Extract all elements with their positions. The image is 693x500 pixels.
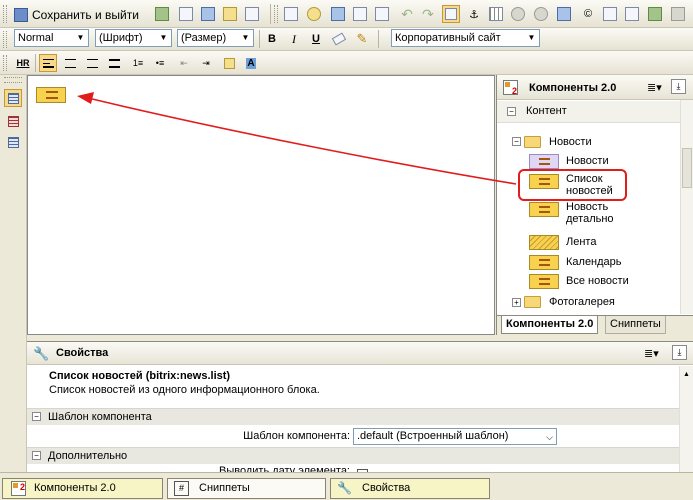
- collapse-icon[interactable]: −: [32, 451, 41, 460]
- taskbar-tab-components[interactable]: Компоненты 2.0: [2, 478, 163, 499]
- component-description: Список новостей из одного информационног…: [49, 384, 320, 396]
- collapse-icon[interactable]: −: [32, 412, 41, 421]
- snippet-hash-icon: #: [174, 481, 189, 496]
- panel-menu-icon[interactable]: ≣▾: [644, 347, 659, 360]
- properties-panel-header: 🔧 Свойства ≣▾ ⤓: [27, 342, 693, 365]
- taskbar-tab-properties[interactable]: 🔧 Свойства: [330, 478, 490, 499]
- components-2-icon: [11, 478, 26, 497]
- scroll-up-icon[interactable]: ▲: [681, 368, 692, 380]
- component-template-select[interactable]: .default (Встроенный шаблон) ⌵: [353, 428, 557, 445]
- properties-scrollbar[interactable]: ▲: [679, 366, 693, 473]
- chevron-down-icon: ⌵: [546, 432, 553, 442]
- properties-panel-title: Свойства: [56, 347, 109, 359]
- section-component-template[interactable]: − Шаблон компонента: [27, 408, 679, 425]
- component-name: Список новостей (bitrix:news.list): [49, 370, 231, 382]
- wrench-icon: 🔧: [33, 346, 50, 361]
- properties-panel: 🔧 Свойства ≣▾ ⤓ Список новостей (bitrix:…: [27, 341, 693, 473]
- field-label-template: Шаблон компонента:: [243, 430, 350, 442]
- section-additional[interactable]: − Дополнительно: [27, 447, 679, 464]
- taskbar-tab-snippets[interactable]: # Сниппеты: [167, 478, 326, 499]
- wrench-icon: 🔧: [337, 481, 352, 495]
- panel-taskbar: Компоненты 2.0 # Сниппеты 🔧 Свойства: [0, 472, 693, 500]
- panel-dock-button[interactable]: ⤓: [672, 345, 687, 360]
